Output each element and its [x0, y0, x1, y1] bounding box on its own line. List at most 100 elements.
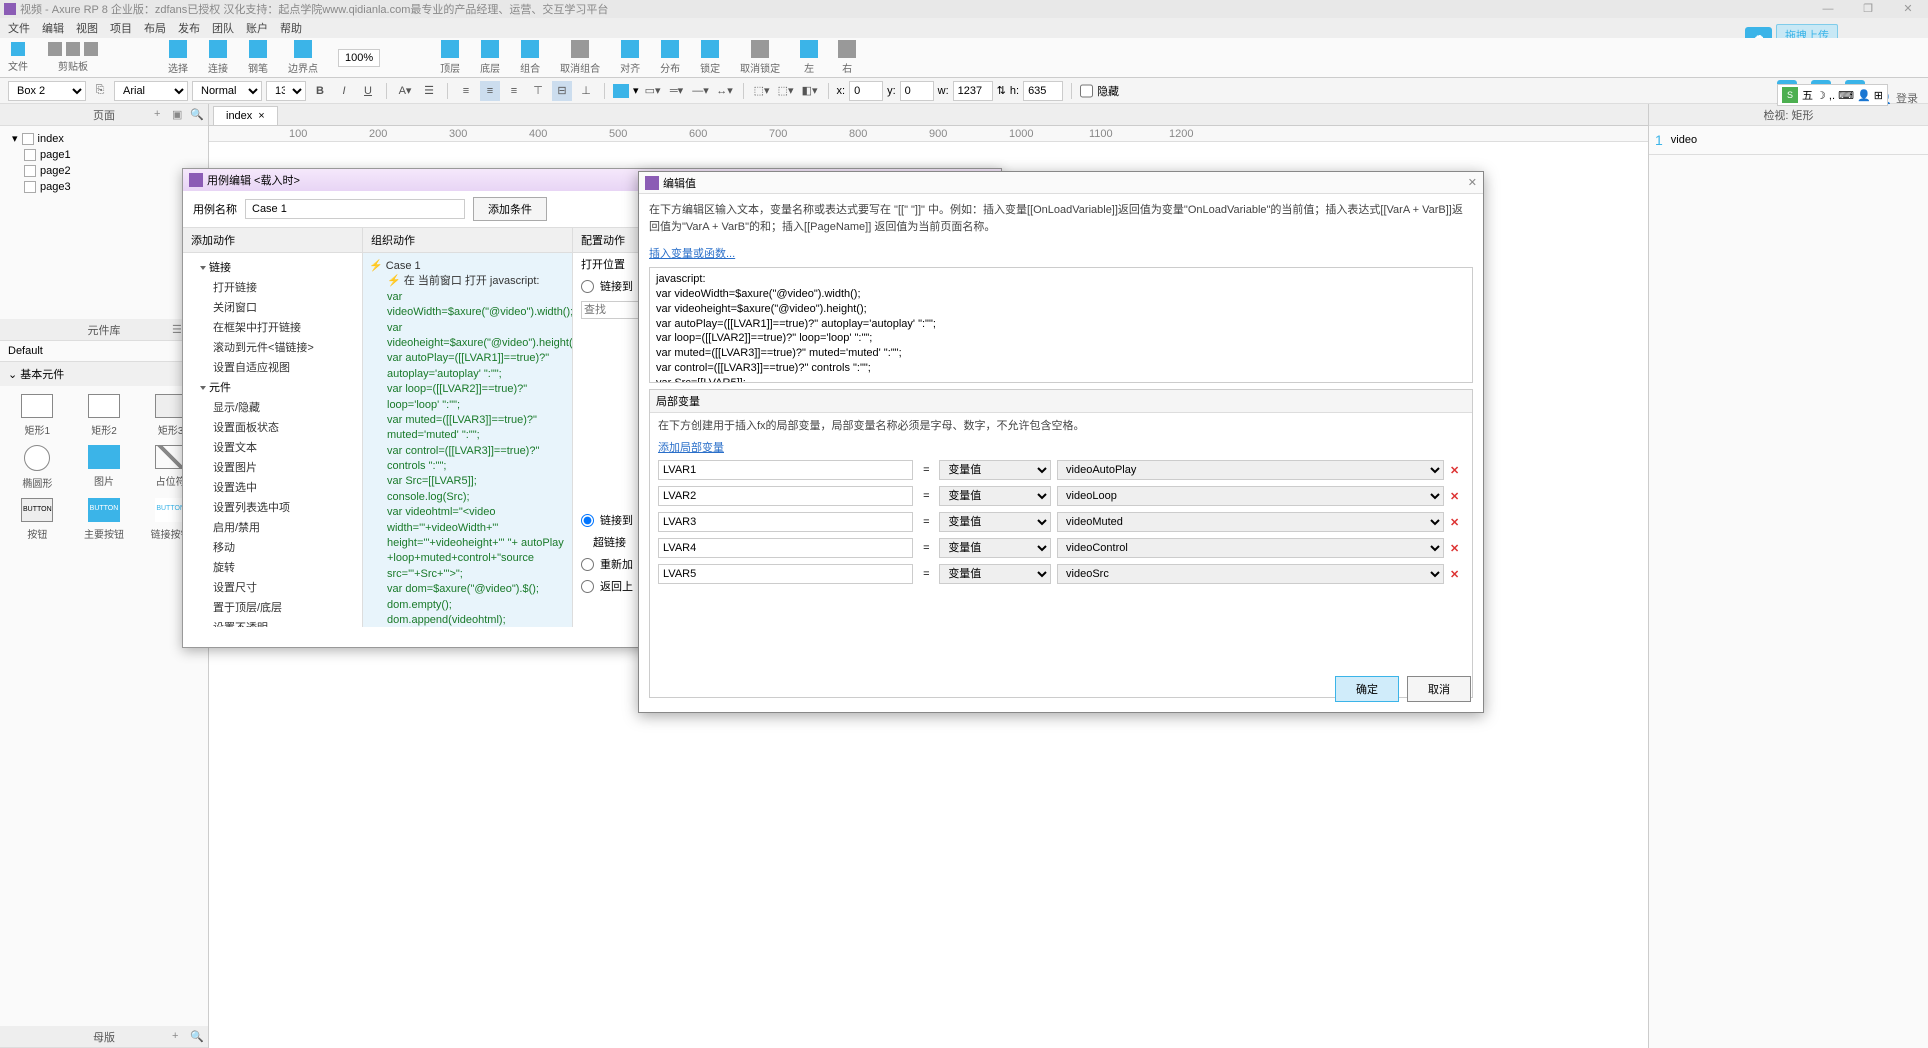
back-radio[interactable]	[581, 580, 594, 593]
action-scroll-anchor[interactable]: 滚动到元件<锚链接>	[187, 337, 358, 357]
action-move[interactable]: 移动	[187, 537, 358, 557]
valign-top-button[interactable]: ⊤	[528, 81, 548, 101]
tool-distribute[interactable]: 分布	[660, 40, 680, 75]
collapse-icon[interactable]: ▾	[12, 132, 18, 145]
widget-rect1[interactable]: 矩形1	[8, 394, 67, 437]
bold-button[interactable]: B	[310, 81, 330, 101]
library-section[interactable]: ⌄ 基本元件	[0, 362, 208, 386]
copy-style-icon[interactable]: ⎘	[90, 81, 110, 101]
menu-view[interactable]: 视图	[76, 20, 98, 36]
lvar-value-select[interactable]: videoControl	[1057, 538, 1444, 558]
opacity-button[interactable]: ◧▾	[800, 81, 820, 101]
line-style-button[interactable]: —▾	[691, 81, 711, 101]
lvar-type-select[interactable]: 变量值	[939, 564, 1051, 584]
widget-ellipse[interactable]: 椭圆形	[8, 445, 67, 490]
paste-icon[interactable]	[84, 42, 98, 56]
page-page1[interactable]: page1	[4, 147, 204, 163]
italic-button[interactable]: I	[334, 81, 354, 101]
arrow-button[interactable]: ↔▾	[715, 81, 735, 101]
lvar-value-select[interactable]: videoLoop	[1057, 486, 1444, 506]
menu-layout[interactable]: 布局	[144, 20, 166, 36]
tool-pen[interactable]: 钢笔	[248, 40, 268, 75]
lvar-name-input[interactable]	[658, 538, 913, 558]
menu-account[interactable]: 账户	[246, 20, 268, 36]
align-left-button[interactable]: ≡	[456, 81, 476, 101]
add-master-icon[interactable]: +	[172, 1030, 186, 1044]
lvar-name-input[interactable]	[658, 460, 913, 480]
tool-unlock[interactable]: 取消锁定	[740, 40, 780, 75]
lvar-type-select[interactable]: 变量值	[939, 512, 1051, 532]
tool-group-btn[interactable]: 组合	[520, 40, 540, 75]
action-rotate[interactable]: 旋转	[187, 557, 358, 577]
action-set-list[interactable]: 设置列表选中项	[187, 497, 358, 517]
action-set-text[interactable]: 设置文本	[187, 437, 358, 457]
w-input[interactable]	[953, 81, 993, 101]
x-input[interactable]	[849, 81, 883, 101]
ime-moon-icon[interactable]: 五 ☽ ,. ⌨ 👤 ⊞	[1802, 87, 1883, 103]
valign-mid-button[interactable]: ⊟	[552, 81, 572, 101]
tool-select[interactable]: 选择	[168, 40, 188, 75]
close-button[interactable]: ✕	[1888, 0, 1928, 18]
delete-lvar-icon[interactable]: ✕	[1450, 568, 1464, 581]
text-color-button[interactable]: A▾	[395, 81, 415, 101]
action-set-adaptive[interactable]: 设置自适应视图	[187, 357, 358, 377]
ime-icon[interactable]: S	[1782, 87, 1798, 103]
action-set-size[interactable]: 设置尺寸	[187, 577, 358, 597]
widget-button[interactable]: BUTTON按钮	[8, 498, 67, 541]
fill-button[interactable]	[613, 84, 629, 98]
delete-lvar-icon[interactable]: ✕	[1450, 516, 1464, 529]
organize-pane[interactable]: ⚡ Case 1 ⚡ 在 当前窗口 打开 javascript: var vid…	[363, 253, 572, 627]
tool-align[interactable]: 对齐	[620, 40, 640, 75]
cancel-button[interactable]: 取消	[1407, 676, 1471, 702]
action-open-link[interactable]: 打开链接	[187, 277, 358, 297]
weight-select[interactable]: Normal	[192, 81, 262, 101]
action-bring-front[interactable]: 置于顶层/底层	[187, 597, 358, 617]
size-select[interactable]: 13	[266, 81, 306, 101]
action-set-selected[interactable]: 设置选中	[187, 477, 358, 497]
link-radio[interactable]	[581, 280, 594, 293]
tab-close-icon[interactable]: ×	[258, 110, 264, 122]
widget-image[interactable]: 图片	[75, 445, 134, 490]
lvar-value-select[interactable]: videoMuted	[1057, 512, 1444, 532]
lvar-name-input[interactable]	[658, 486, 913, 506]
lvar-value-select[interactable]: videoAutoPlay	[1057, 460, 1444, 480]
reload-radio[interactable]	[581, 558, 594, 571]
file-icon[interactable]	[11, 42, 25, 56]
action-enable-disable[interactable]: 启用/禁用	[187, 517, 358, 537]
align-center-button[interactable]: ≡	[480, 81, 500, 101]
bullets-button[interactable]: ☰	[419, 81, 439, 101]
line-width-button[interactable]: ═▾	[667, 81, 687, 101]
tool-front[interactable]: 顶层	[440, 40, 460, 75]
library-select[interactable]: Default	[0, 341, 208, 362]
page-page2[interactable]: page2	[4, 163, 204, 179]
action-set-opacity[interactable]: 设置不透明	[187, 617, 358, 627]
elements-group[interactable]: 元件	[187, 377, 358, 397]
value-dialog-header[interactable]: 编辑值✕	[639, 172, 1483, 194]
add-condition-button[interactable]: 添加条件	[473, 197, 547, 221]
lvar-name-input[interactable]	[658, 564, 913, 584]
tab-index[interactable]: index×	[213, 106, 278, 125]
menu-publish[interactable]: 发布	[178, 20, 200, 36]
page-index[interactable]: ▾index	[4, 130, 204, 147]
tool-left[interactable]: 左	[800, 40, 818, 75]
tool-connect[interactable]: 连接	[208, 40, 228, 75]
tool-lock[interactable]: 锁定	[700, 40, 720, 75]
valign-bot-button[interactable]: ⊥	[576, 81, 596, 101]
lvar-type-select[interactable]: 变量值	[939, 460, 1051, 480]
delete-lvar-icon[interactable]: ✕	[1450, 464, 1464, 477]
links-group[interactable]: 链接	[187, 257, 358, 277]
tool-border[interactable]: 边界点	[288, 40, 318, 75]
action-show-hide[interactable]: 显示/隐藏	[187, 397, 358, 417]
menu-edit[interactable]: 编辑	[42, 20, 64, 36]
shape-select[interactable]: Box 2	[8, 81, 86, 101]
value-code-editor[interactable]: javascript: var videoWidth=$axure("@vide…	[649, 267, 1473, 383]
menu-project[interactable]: 项目	[110, 20, 132, 36]
page-page3[interactable]: page3	[4, 179, 204, 195]
maximize-button[interactable]: ❐	[1848, 0, 1888, 18]
copy-icon[interactable]	[66, 42, 80, 56]
lock-aspect-icon[interactable]: ⇅	[997, 84, 1006, 97]
linkurl-radio[interactable]	[581, 514, 594, 527]
lvar-value-select[interactable]: videoSrc	[1057, 564, 1444, 584]
line-cap-button[interactable]: ⬚▾	[752, 81, 772, 101]
border-button[interactable]: ▭▾	[643, 81, 663, 101]
